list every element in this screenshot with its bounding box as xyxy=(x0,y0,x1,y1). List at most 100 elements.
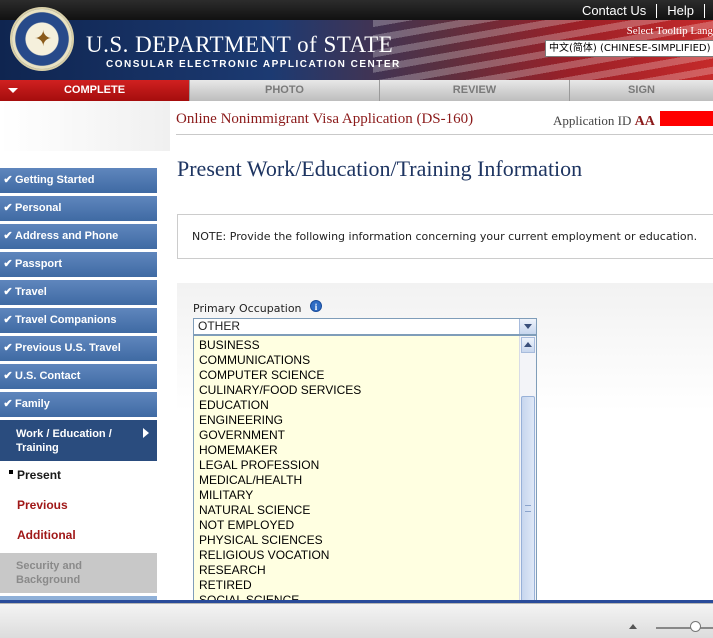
step-label: PHOTO xyxy=(265,84,304,96)
note-box: NOTE: Provide the following information … xyxy=(177,214,713,259)
selected-value: OTHER xyxy=(198,319,240,333)
arrow-up-icon xyxy=(524,342,532,347)
sidebar-item-label: Family xyxy=(15,398,50,410)
dropdown-scrollbar[interactable] xyxy=(519,336,536,637)
occupation-option[interactable]: MILITARY xyxy=(195,488,520,503)
tooltip-language-label: Select Tooltip Lang xyxy=(626,25,713,37)
contact-us-link[interactable]: Contact Us xyxy=(572,3,656,18)
sidebar-item-label: Travel xyxy=(15,286,47,298)
step-label: SIGN xyxy=(628,84,655,96)
link-separator xyxy=(704,4,705,18)
application-id: Application ID AA xyxy=(553,113,655,130)
occupation-option[interactable]: PHYSICAL SCIENCES xyxy=(195,533,520,548)
sidebar-item-work-education[interactable]: Work / Education / Training xyxy=(0,420,157,461)
sidebar-item-family[interactable]: ✔ Family xyxy=(0,392,157,417)
occupation-option[interactable]: LEGAL PROFESSION xyxy=(195,458,520,473)
occupation-option[interactable]: RELIGIOUS VOCATION xyxy=(195,548,520,563)
application-title: Online Nonimmigrant Visa Application (DS… xyxy=(176,111,474,127)
sidebar-item-address-phone[interactable]: ✔ Address and Phone xyxy=(0,224,157,249)
sidebar-nav: ✔ Getting Started ✔ Personal ✔ Address and … xyxy=(0,168,157,420)
occupation-option[interactable]: ENGINEERING xyxy=(195,413,520,428)
occupation-option[interactable]: COMMUNICATIONS xyxy=(195,353,520,368)
step-complete[interactable]: COMPLETE xyxy=(0,80,190,101)
occupation-option[interactable]: HOMEMAKER xyxy=(195,443,520,458)
occupation-option[interactable]: RETIRED xyxy=(195,578,520,593)
sidebar-item-personal[interactable]: ✔ Personal xyxy=(0,196,157,221)
help-link[interactable]: Help xyxy=(657,3,704,18)
zoom-slider-track[interactable] xyxy=(656,627,713,629)
subnav-label: Present xyxy=(17,468,62,482)
step-sign: SIGN xyxy=(570,80,713,101)
application-id-value: AA xyxy=(634,114,655,129)
check-icon: ✔ xyxy=(3,202,13,214)
sidebar-item-label: Getting Started xyxy=(15,174,95,186)
step-label: REVIEW xyxy=(452,84,497,96)
sidebar-item-label: U.S. Contact xyxy=(15,370,81,382)
check-icon: ✔ xyxy=(3,258,13,270)
dropdown-button[interactable] xyxy=(519,319,536,334)
step-photo: PHOTO xyxy=(190,80,380,101)
bullet-icon xyxy=(9,470,13,474)
sidebar-item-label: Personal xyxy=(15,202,62,214)
left-header-fade xyxy=(0,101,170,151)
occupation-option[interactable]: RESEARCH xyxy=(195,563,520,578)
occupation-option[interactable]: BUSINESS xyxy=(195,338,520,353)
scroll-up-button[interactable] xyxy=(521,337,535,353)
check-icon: ✔ xyxy=(3,230,13,242)
sidebar-item-label: Passport xyxy=(15,258,63,270)
sidebar-item-label: Previous U.S. Travel xyxy=(15,342,121,354)
occupation-dropdown-list: BUSINESS COMMUNICATIONS COMPUTER SCIENCE CU… xyxy=(193,335,537,638)
sidebar-item-passport[interactable]: ✔ Passport xyxy=(0,252,157,277)
check-icon: ✔ xyxy=(3,314,13,326)
sidebar-item-getting-started[interactable]: ✔ Getting Started xyxy=(0,168,157,193)
browser-status-bar xyxy=(0,603,713,638)
check-icon: ✔ xyxy=(3,370,13,382)
occupation-option[interactable]: COMPUTER SCIENCE xyxy=(195,368,520,383)
caret-down-icon xyxy=(8,88,18,93)
zoom-slider-handle[interactable] xyxy=(690,621,701,632)
sidebar-item-label: Travel Companions xyxy=(15,314,117,326)
department-title: U.S. DEPARTMENT of STATE xyxy=(86,32,394,57)
subnav-label: Previous xyxy=(17,498,68,512)
check-icon: ✔ xyxy=(3,174,13,186)
check-icon: ✔ xyxy=(3,286,13,298)
occupation-option[interactable]: GOVERNMENT xyxy=(195,428,520,443)
step-label: COMPLETE xyxy=(63,84,126,96)
redaction-block xyxy=(660,111,713,126)
sidebar-item-label: Work / Education / Training xyxy=(16,428,112,454)
occupation-option[interactable]: NOT EMPLOYED xyxy=(195,518,520,533)
occupation-option[interactable]: MEDICAL/HEALTH xyxy=(195,473,520,488)
sidebar-item-us-contact[interactable]: ✔ U.S. Contact xyxy=(0,364,157,389)
progress-bar: COMPLETE PHOTO REVIEW SIGN xyxy=(0,80,713,101)
application-id-label: Application ID xyxy=(553,113,632,128)
occupation-option[interactable]: CULINARY/FOOD SERVICES xyxy=(195,383,520,398)
page-title: Present Work/Education/Training Informat… xyxy=(177,156,583,181)
sidebar-item-label: Security and Background xyxy=(16,560,83,586)
sidebar-item-travel[interactable]: ✔ Travel xyxy=(0,280,157,305)
step-review: REVIEW xyxy=(380,80,570,101)
sidebar-item-previous-us-travel[interactable]: ✔ Previous U.S. Travel xyxy=(0,336,157,361)
top-bar: Contact Us Help xyxy=(0,0,713,20)
eagle-icon: ✦ xyxy=(34,27,53,52)
zoom-arrow-icon[interactable] xyxy=(629,624,637,629)
subnav-label: Additional xyxy=(17,528,76,542)
primary-occupation-select[interactable]: OTHER xyxy=(193,318,537,335)
divider xyxy=(176,134,713,135)
department-subtitle: CONSULAR ELECTRONIC APPLICATION CENTER xyxy=(106,59,401,70)
occupation-option[interactable]: EDUCATION xyxy=(195,398,520,413)
chevron-right-icon xyxy=(143,428,149,438)
sidebar-item-security-background: Security and Background xyxy=(0,553,157,593)
note-text: NOTE: Provide the following information … xyxy=(192,230,698,243)
info-icon[interactable]: i xyxy=(310,300,322,312)
chevron-down-icon xyxy=(524,324,532,329)
occupation-option[interactable]: NATURAL SCIENCE xyxy=(195,503,520,518)
sidebar-item-travel-companions[interactable]: ✔ Travel Companions xyxy=(0,308,157,333)
scroll-thumb[interactable] xyxy=(521,396,535,618)
check-icon: ✔ xyxy=(3,398,13,410)
sidebar-item-label: Address and Phone xyxy=(15,230,119,242)
check-icon: ✔ xyxy=(3,342,13,354)
grip-icon xyxy=(525,505,531,512)
tooltip-language-select[interactable]: 中文(简体) (CHINESE-SIMPLIFIED) xyxy=(545,40,713,57)
state-department-seal: ✦ xyxy=(10,7,74,71)
top-links: Contact Us Help xyxy=(572,3,705,18)
